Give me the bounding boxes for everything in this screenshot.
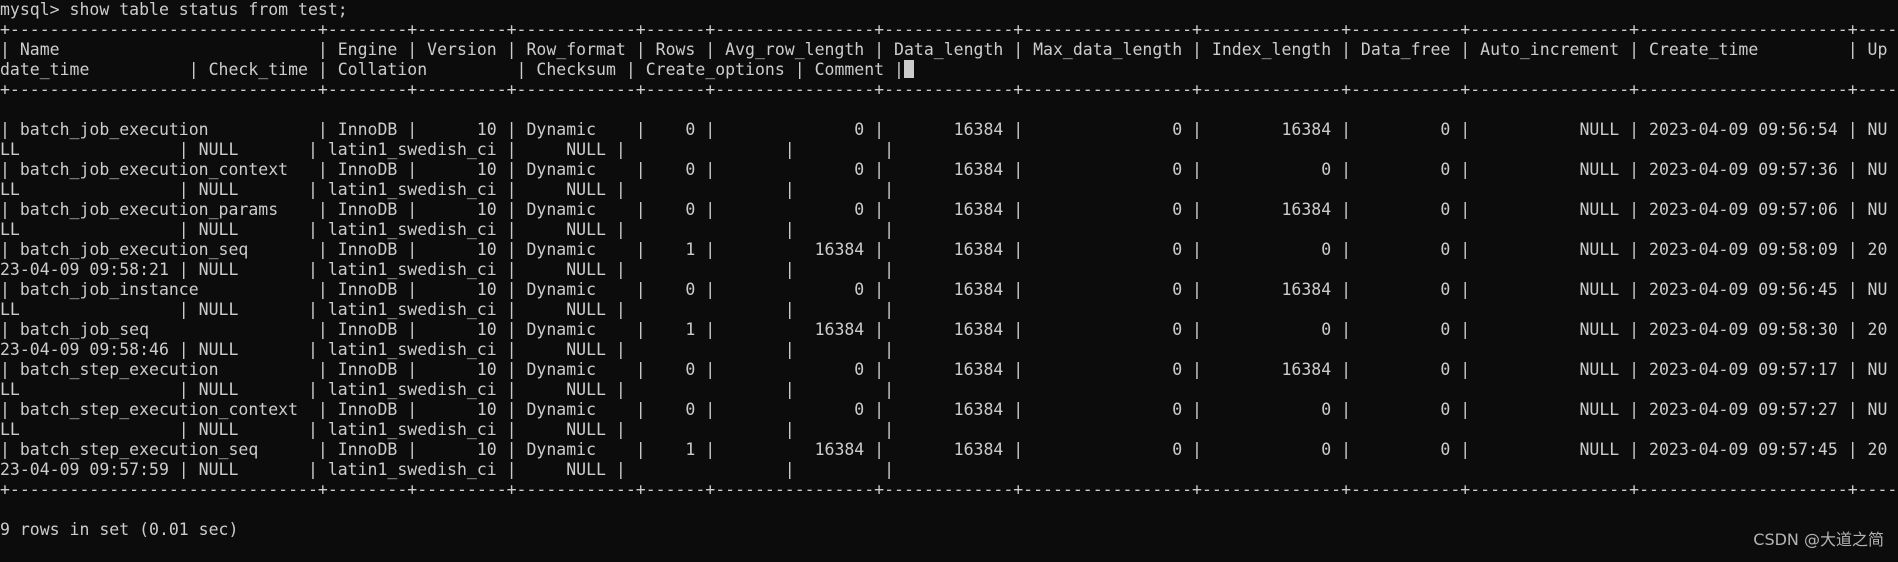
console-output: mysql> show table status from test; +----… bbox=[0, 0, 1898, 540]
console-line: | batch_step_execution | InnoDB | 10 | D… bbox=[0, 360, 1888, 379]
console-line: LL | NULL | latin1_swedish_ci | NULL | |… bbox=[0, 140, 895, 159]
terminal-window[interactable]: mysql> show table status from test; +----… bbox=[0, 0, 1898, 562]
console-line: LL | NULL | latin1_swedish_ci | NULL | |… bbox=[0, 380, 895, 399]
console-line: mysql> show table status from test; bbox=[0, 0, 348, 19]
console-line: | batch_job_seq | InnoDB | 10 | Dynamic … bbox=[0, 320, 1888, 339]
console-line: | batch_step_execution_seq | InnoDB | 10… bbox=[0, 440, 1888, 459]
console-line: 23-04-09 09:58:46 | NULL | latin1_swedis… bbox=[0, 340, 895, 359]
watermark: CSDN @大道之简 bbox=[1753, 530, 1884, 549]
console-line: | batch_job_execution_params | InnoDB | … bbox=[0, 200, 1888, 219]
console-line: 9 rows in set (0.01 sec) bbox=[0, 520, 239, 539]
console-line: LL | NULL | latin1_swedish_ci | NULL | |… bbox=[0, 220, 895, 239]
console-line: 23-04-09 09:58:21 | NULL | latin1_swedis… bbox=[0, 260, 895, 279]
console-line: 23-04-09 09:57:59 | NULL | latin1_swedis… bbox=[0, 460, 895, 479]
console-line: date_time | Check_time | Collation | Che… bbox=[0, 60, 1898, 80]
console-line: +-------------------------------+-------… bbox=[0, 20, 1898, 39]
console-line: | batch_job_execution | InnoDB | 10 | Dy… bbox=[0, 120, 1888, 139]
console-line: +-------------------------------+-------… bbox=[0, 480, 1898, 499]
text-cursor bbox=[903, 60, 914, 78]
console-line: LL | NULL | latin1_swedish_ci | NULL | |… bbox=[0, 300, 895, 319]
console-line: LL | NULL | latin1_swedish_ci | NULL | |… bbox=[0, 180, 895, 199]
console-line: LL | NULL | latin1_swedish_ci | NULL | |… bbox=[0, 420, 895, 439]
console-line: | batch_job_instance | InnoDB | 10 | Dyn… bbox=[0, 280, 1888, 299]
console-line: | batch_step_execution_context | InnoDB … bbox=[0, 400, 1888, 419]
console-line: +-------------------------------+-------… bbox=[0, 80, 1898, 99]
console-line: | batch_job_execution_seq | InnoDB | 10 … bbox=[0, 240, 1888, 259]
console-line: | batch_job_execution_context | InnoDB |… bbox=[0, 160, 1888, 179]
console-line: | Name | Engine | Version | Row_format |… bbox=[0, 40, 1888, 59]
